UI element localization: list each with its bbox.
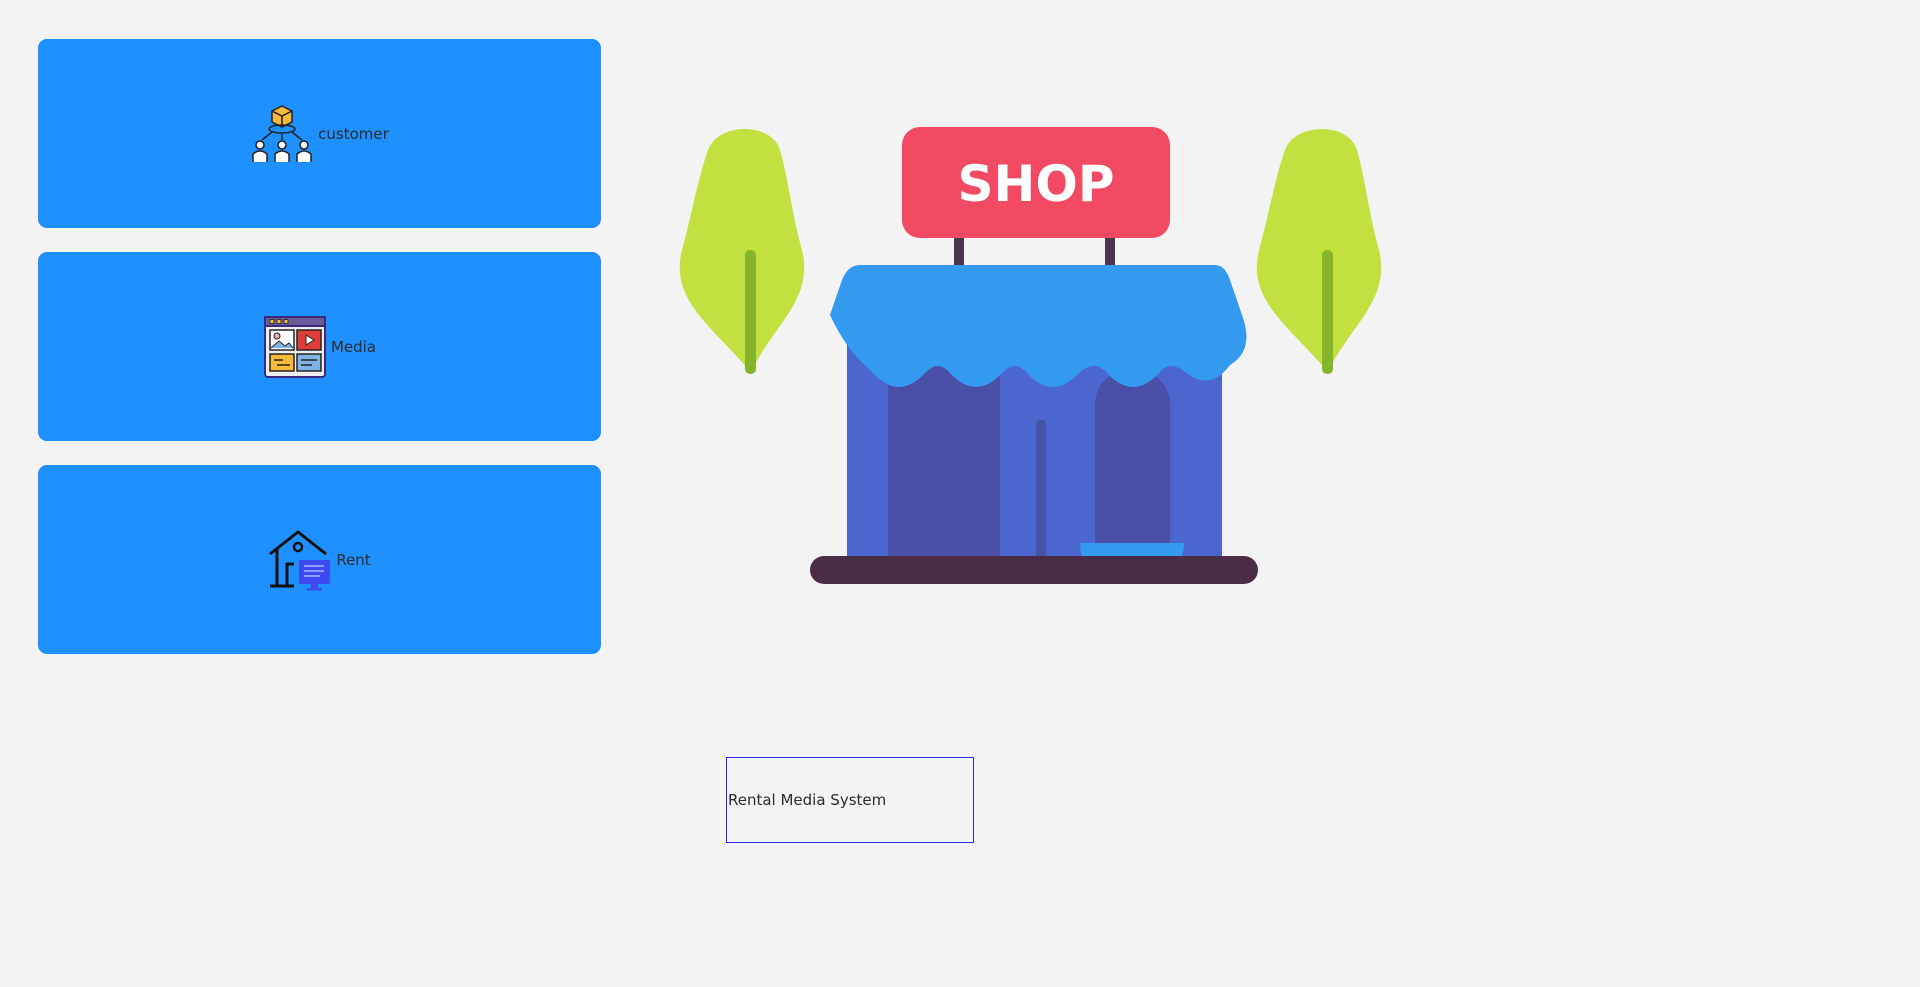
shop-storefront-illustration: SHOP bbox=[679, 127, 1382, 584]
tree-left bbox=[679, 129, 805, 374]
customer-button-content: customer bbox=[250, 102, 389, 166]
media-button-label: Media bbox=[330, 337, 377, 356]
app-title-box: Rental Media System bbox=[726, 757, 974, 843]
media-button-content: Media bbox=[263, 315, 376, 379]
rent-button[interactable]: Rent bbox=[38, 465, 601, 654]
media-button[interactable]: Media bbox=[38, 252, 601, 441]
rent-button-content: Rent bbox=[268, 528, 371, 592]
shop-sign-text: SHOP bbox=[957, 155, 1114, 213]
customer-network-icon bbox=[252, 104, 312, 162]
tree-right bbox=[1256, 129, 1382, 374]
customer-button[interactable]: customer bbox=[38, 39, 601, 228]
media-window-icon bbox=[263, 315, 326, 378]
shop-awning bbox=[830, 265, 1247, 387]
customer-button-label: customer bbox=[318, 124, 389, 143]
shop-sign: SHOP bbox=[902, 127, 1170, 238]
app-title: Rental Media System bbox=[728, 791, 887, 809]
rent-button-label: Rent bbox=[336, 550, 371, 569]
rent-house-monitor-icon bbox=[269, 530, 331, 590]
